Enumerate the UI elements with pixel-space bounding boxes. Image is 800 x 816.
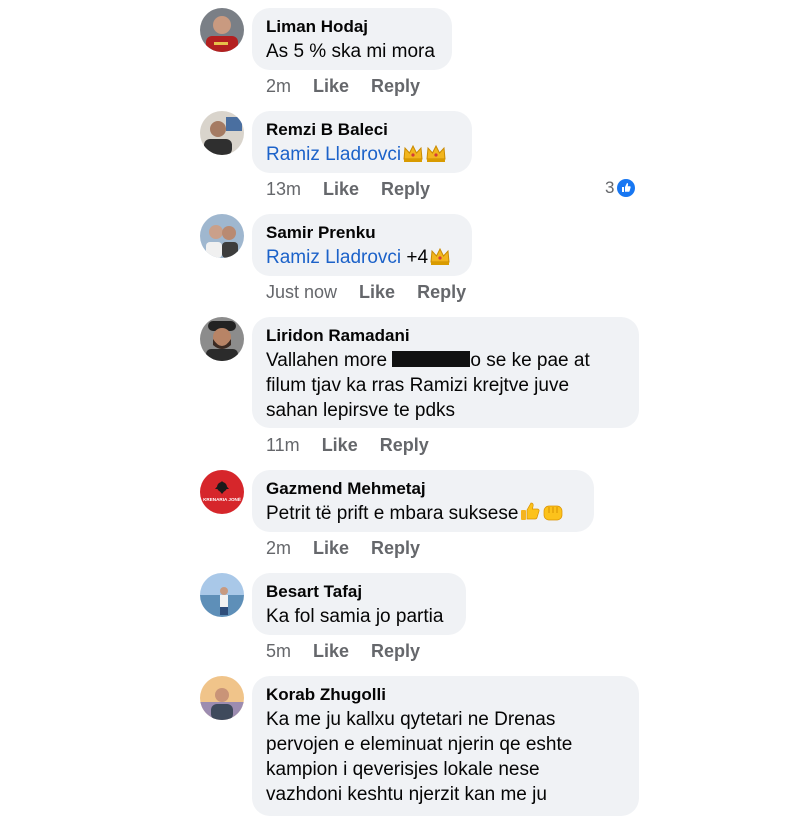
comment-bubble: Besart Tafaj Ka fol samia jo partia <box>252 573 466 635</box>
avatar[interactable] <box>200 8 244 52</box>
comment-author[interactable]: Remzi B Baleci <box>266 119 458 140</box>
like-button[interactable]: Like <box>359 282 395 303</box>
comment-author[interactable]: Samir Prenku <box>266 222 458 243</box>
avatar[interactable] <box>200 317 244 361</box>
comment-text-line: filum tjav ka rras Ramizi krejtve juve <box>266 375 570 396</box>
reaction-count[interactable]: 3 <box>605 178 636 198</box>
avatar[interactable] <box>200 214 244 258</box>
comment-text-part: o se ke pae at <box>470 350 590 371</box>
avatar-logo-text: KRENARIA JONË <box>203 496 241 502</box>
avatar[interactable] <box>200 573 244 617</box>
mention-link[interactable]: Ramiz Lladrovci <box>266 247 401 268</box>
fist-icon <box>542 502 564 529</box>
comment-time[interactable]: 11m <box>266 435 300 456</box>
comment-actions: 11m Like Reply <box>266 435 451 456</box>
comment-bubble: Korab Zhugolli Ka me ju kallxu qytetari … <box>252 676 639 816</box>
comment-bubble: Gazmend Mehmetaj Petrit të prift e mbara… <box>252 470 594 532</box>
comment-text-line: sahan lepirsve te pdks <box>266 400 456 421</box>
comment-author[interactable]: Liridon Ramadani <box>266 325 625 346</box>
comment-bubble: Remzi B Baleci Ramiz Lladrovci <box>252 111 472 173</box>
comment-text: Petrit të prift e mbara suksese <box>266 501 580 529</box>
reply-button[interactable]: Reply <box>371 538 420 559</box>
comment-bubble: Liman Hodaj As 5 % ska mi mora <box>252 8 452 70</box>
like-button[interactable]: Like <box>323 179 359 200</box>
comment-time[interactable]: 13m <box>266 179 301 200</box>
comment-actions: 2m Like Reply <box>266 538 442 559</box>
avatar[interactable]: KRENARIA JONË <box>200 470 244 514</box>
comment-text: Ramiz Lladrovci <box>266 142 458 170</box>
comment-actions: 2m Like Reply <box>266 76 442 97</box>
crown-icon <box>425 143 447 170</box>
comment-text: Ka me ju kallxu qytetari ne Drenas pervoj… <box>266 707 625 807</box>
comment-actions: Just now Like Reply <box>266 282 488 303</box>
thumbs-up-icon <box>519 502 541 529</box>
like-reaction-icon <box>617 179 636 197</box>
redaction-bar <box>392 351 471 367</box>
comment-author[interactable]: Besart Tafaj <box>266 581 452 602</box>
comment-text-line: Ka me ju kallxu qytetari ne Drenas <box>266 709 556 730</box>
comment-actions: 5m Like Reply <box>266 641 442 662</box>
comment-time[interactable]: 5m <box>266 641 291 662</box>
comment-text-line: vazhdoni keshtu njerzit kan me ju <box>266 784 547 805</box>
comment-text: Vallahen more o se ke pae at filum tjav k… <box>266 348 625 423</box>
reply-button[interactable]: Reply <box>417 282 466 303</box>
reply-button[interactable]: Reply <box>371 641 420 662</box>
comment-actions: 13m Like Reply <box>266 179 452 200</box>
like-button[interactable]: Like <box>322 435 358 456</box>
reply-button[interactable]: Reply <box>371 76 420 97</box>
crown-icon <box>402 143 424 170</box>
mention-suffix: +4 <box>401 247 429 268</box>
comment-author[interactable]: Korab Zhugolli <box>266 684 625 705</box>
comment-bubble: Liridon Ramadani Vallahen more o se ke p… <box>252 317 639 428</box>
comment-time[interactable]: Just now <box>266 282 337 303</box>
comment-time[interactable]: 2m <box>266 538 291 559</box>
like-button[interactable]: Like <box>313 76 349 97</box>
comment-text: Ka fol samia jo partia <box>266 606 444 627</box>
comment-text-part: Vallahen more <box>266 350 393 371</box>
comment-author[interactable]: Gazmend Mehmetaj <box>266 478 580 499</box>
comment-text: As 5 % ska mi mora <box>266 41 435 62</box>
mention-link[interactable]: Ramiz Lladrovci <box>266 144 401 165</box>
reply-button[interactable]: Reply <box>380 435 429 456</box>
avatar[interactable] <box>200 676 244 720</box>
comment-time[interactable]: 2m <box>266 76 291 97</box>
avatar[interactable] <box>200 111 244 155</box>
comment-text-part: Petrit të prift e mbara suksese <box>266 503 519 524</box>
reply-button[interactable]: Reply <box>381 179 430 200</box>
like-button[interactable]: Like <box>313 538 349 559</box>
reaction-count-number: 3 <box>605 178 615 197</box>
comment-text-line: kampion i qeverisjes lokale nese <box>266 759 540 780</box>
crown-icon <box>429 246 451 273</box>
like-button[interactable]: Like <box>313 641 349 662</box>
comment-bubble: Samir Prenku Ramiz Lladrovci +4 <box>252 214 472 276</box>
comment-text-line: pervojen e eleminuat njerin qe eshte <box>266 734 573 755</box>
comment-text: Ramiz Lladrovci +4 <box>266 245 458 273</box>
comment-author[interactable]: Liman Hodaj <box>266 16 438 37</box>
